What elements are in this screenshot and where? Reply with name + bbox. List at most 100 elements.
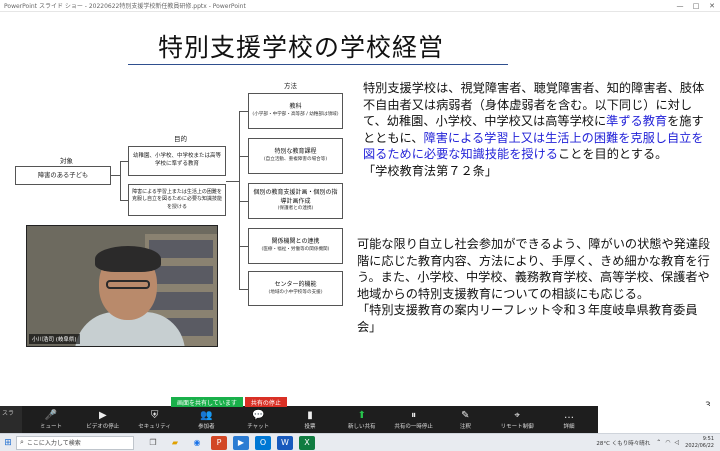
diagram-method-box-3: 個別の教育支援計画・個別の指導計画作成 (保護者との連携) bbox=[248, 183, 343, 219]
connector-goal-2 bbox=[120, 200, 128, 201]
diagram-header-target: 対象 bbox=[60, 157, 73, 165]
goal-box-2-text: 障害による学習上または生活上の困難を克服し自立を図るために必要な知識技能を授ける bbox=[132, 189, 223, 210]
file-explorer-icon[interactable]: ▰ bbox=[167, 436, 183, 450]
pause-share-button[interactable]: ⏸ 共有の一時停止 bbox=[391, 409, 437, 430]
chat-icon: 💬 bbox=[251, 410, 265, 421]
network-icon[interactable]: ◠ bbox=[665, 439, 670, 446]
taskbar-search-box[interactable]: ⌕ ここに入力して検索 bbox=[16, 435, 134, 450]
connector-method-vertical bbox=[239, 111, 240, 289]
powerpoint-icon[interactable]: P bbox=[211, 435, 227, 450]
connector-method-5 bbox=[239, 289, 248, 290]
diagram-header-goal: 目的 bbox=[174, 135, 187, 143]
search-placeholder: ここに入力して検索 bbox=[26, 440, 81, 447]
goal-box-1-text: 幼稚園、小学校、中学校または高等学校に準ずる教育 bbox=[132, 153, 221, 167]
diagram-header-method: 方法 bbox=[284, 82, 297, 90]
slideshow-edge-right bbox=[598, 406, 720, 433]
diagram-method-box-1: 教科 (小学部・中学部・高等部 / 幼稚部は領域) bbox=[248, 93, 343, 129]
chevron-up-icon[interactable]: ⌃ bbox=[656, 439, 661, 446]
connector-method-2 bbox=[239, 156, 248, 157]
close-button[interactable]: ✕ bbox=[704, 0, 720, 12]
clock-time: 9:51 bbox=[702, 435, 714, 442]
maximize-button[interactable]: □ bbox=[688, 0, 704, 12]
stop-share-button[interactable]: 共有の停止 bbox=[244, 397, 287, 407]
participants-button[interactable]: 👥 参加者 bbox=[183, 409, 229, 430]
share-screen-icon: ⬆ bbox=[357, 410, 366, 421]
more-icon: … bbox=[563, 410, 574, 421]
screen-share-banner: 画面を共有しています 共有の停止 bbox=[171, 397, 287, 407]
taskbar-apps: ❐ ▰ ◉ P ▶ O W X bbox=[142, 435, 318, 450]
participant-name-tag: 小川浩司 (岐阜県) bbox=[29, 334, 80, 344]
participant-hair bbox=[95, 246, 161, 272]
window-controls: — □ ✕ bbox=[672, 0, 720, 12]
taskbar-clock[interactable]: 9:51 2022/06/22 bbox=[681, 436, 720, 450]
system-tray: ⌃ ◠ ◁ bbox=[654, 439, 681, 446]
method-1-sub: (小学部・中学部・高等部 / 幼稚部は領域) bbox=[252, 112, 339, 118]
purpose-text-b: 準ずる教育 bbox=[606, 114, 668, 129]
search-icon: ⌕ bbox=[20, 438, 24, 446]
participant-video-tile[interactable]: 小川浩司 (岐阜県) bbox=[26, 225, 218, 347]
new-share-button[interactable]: ⬆ 新しい共有 bbox=[339, 409, 385, 430]
connector-target-goal bbox=[111, 175, 120, 176]
participant-glasses bbox=[106, 280, 150, 289]
method-4-sub: (医療・福祉・労働等の関係機関) bbox=[261, 247, 330, 253]
education-citation: 「特別支援教育の案内リーフレット令和３年度岐阜県教育委員会」 bbox=[357, 303, 698, 334]
diagram-method-box-4: 関係機関との連携 (医療・福祉・労働等の関係機関) bbox=[248, 228, 343, 264]
connector-goal-vertical bbox=[120, 161, 121, 200]
poll-icon: ▮ bbox=[307, 410, 313, 421]
excel-icon[interactable]: X bbox=[299, 435, 315, 450]
purpose-paragraph: 特別支援学校は、視覚障害者、聴覚障害者、知的障害者、肢体不自由者又は病弱者（身体… bbox=[363, 80, 715, 180]
minimize-button[interactable]: — bbox=[672, 0, 688, 12]
connector-method-3 bbox=[239, 201, 248, 202]
diagram-method-box-2: 特別な教育課程 (自立活動、重複障害の場合等) bbox=[248, 138, 343, 174]
slideshow-edge-label: スラ bbox=[0, 406, 22, 433]
education-text: 可能な限り自立し社会参加ができるよう、障がいの状態や発達段階に応じた教育内容、方… bbox=[357, 237, 711, 301]
taskbar-weather[interactable]: 28°C くもり時々晴れ bbox=[596, 439, 654, 447]
volume-icon[interactable]: ◁ bbox=[675, 439, 680, 446]
annotate-button[interactable]: ✎ 注釈 bbox=[442, 409, 488, 430]
method-2-title: 特別な教育課程 bbox=[274, 148, 317, 156]
poll-button[interactable]: ▮ 投票 bbox=[287, 409, 333, 430]
stop-video-button[interactable]: ▶ ビデオの停止 bbox=[80, 409, 126, 430]
windows-taskbar: ⊞ ⌕ ここに入力して検索 ❐ ▰ ◉ P ▶ O W X 28°C くもり時々… bbox=[0, 433, 720, 451]
connector-goal-1 bbox=[120, 161, 128, 162]
annotate-icon: ✎ bbox=[461, 410, 470, 421]
method-2-sub: (自立活動、重複障害の場合等) bbox=[263, 157, 328, 163]
shield-icon: ⛨ bbox=[150, 410, 159, 421]
edge-browser-icon[interactable]: ◉ bbox=[189, 436, 205, 450]
chat-button[interactable]: 💬 チャット bbox=[235, 409, 281, 430]
method-1-title: 教科 bbox=[289, 103, 302, 111]
sharing-status: 画面を共有しています bbox=[171, 397, 243, 407]
purpose-citation: 「学校教育法第７２条」 bbox=[363, 163, 498, 178]
security-button[interactable]: ⛨ セキュリティ bbox=[132, 409, 178, 430]
zoom-app-icon[interactable]: ▶ bbox=[233, 435, 249, 450]
method-5-title: センター的機能 bbox=[274, 280, 317, 288]
more-button[interactable]: … 詳細 bbox=[546, 409, 592, 430]
microphone-icon: 🎤 bbox=[44, 410, 58, 421]
clock-date: 2022/06/22 bbox=[685, 442, 714, 449]
task-view-icon[interactable]: ❐ bbox=[145, 436, 161, 450]
connector-goal-method bbox=[226, 181, 239, 182]
diagram-goal-box-1: 幼稚園、小学校、中学校または高等学校に準ずる教育 bbox=[128, 146, 226, 176]
purpose-text-e: ことを目的とする。 bbox=[558, 147, 668, 162]
zoom-meeting-toolbar: 🎤 ミュート ▶ ビデオの停止 ⛨ セキュリティ 👥 参加者 💬 チャット ▮ … bbox=[22, 406, 598, 433]
remote-control-button[interactable]: ⌖ リモート制御 bbox=[494, 409, 540, 430]
remote-control-icon: ⌖ bbox=[514, 410, 520, 421]
education-paragraph: 可能な限り自立し社会参加ができるよう、障がいの状態や発達段階に応じた教育内容、方… bbox=[357, 236, 715, 336]
method-4-title: 関係機関との連携 bbox=[271, 238, 320, 246]
mute-button[interactable]: 🎤 ミュート bbox=[28, 409, 74, 430]
word-icon[interactable]: W bbox=[277, 435, 293, 450]
method-5-sub: (地域の小中学校等の支援) bbox=[268, 289, 323, 295]
method-3-sub: (保護者との連携) bbox=[277, 206, 314, 212]
pause-share-icon: ⏸ bbox=[411, 410, 417, 421]
target-box-text: 障害のある子ども bbox=[37, 171, 89, 179]
connector-method-4 bbox=[239, 246, 248, 247]
method-3-title: 個別の教育支援計画・個別の指導計画作成 bbox=[253, 188, 338, 205]
windows-start-icon[interactable]: ⊞ bbox=[0, 434, 16, 451]
connector-method-1 bbox=[239, 111, 248, 112]
participants-icon: 👥 bbox=[200, 410, 213, 421]
video-camera-icon: ▶ bbox=[98, 410, 107, 421]
diagram-target-box: 障害のある子ども bbox=[15, 166, 111, 185]
outlook-icon[interactable]: O bbox=[255, 435, 271, 450]
diagram-method-box-5: センター的機能 (地域の小中学校等の支援) bbox=[248, 271, 343, 306]
window-title: PowerPoint スライド ショー - 20220622特別支援学校新任教員… bbox=[4, 3, 246, 10]
